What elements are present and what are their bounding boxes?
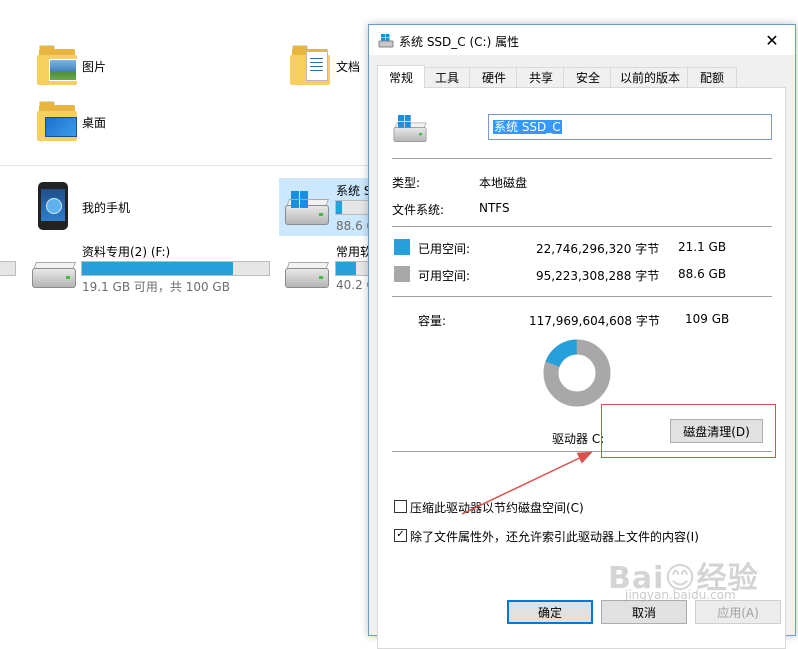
free-space-label: 可用空间: — [418, 269, 471, 283]
tab-sharing[interactable]: 共享 — [516, 67, 566, 87]
cancel-button[interactable]: 取消 — [601, 600, 687, 624]
folder-label-desktop[interactable]: 桌面 — [82, 114, 106, 131]
separator-capacity — [392, 296, 772, 297]
used-space-label: 已用空间: — [418, 242, 471, 256]
type-label: 类型: — [392, 176, 421, 190]
filesystem-value: NTFS — [479, 201, 510, 215]
free-space-bytes: 95,223,308,288 字节 — [536, 269, 660, 283]
drive-letter-label: 驱动器 C: — [552, 432, 605, 446]
used-space-bytes: 22,746,296,320 字节 — [536, 242, 660, 256]
folder-label-pictures[interactable]: 图片 — [82, 58, 106, 75]
drive-f-size-text: 19.1 GB 可用，共 100 GB — [82, 280, 230, 294]
free-space-swatch — [394, 266, 410, 282]
capacity-label: 容量: — [418, 314, 447, 328]
folder-label-documents[interactable]: 文档 — [336, 58, 360, 75]
drive-properties-dialog: 系统 SSD_C (C:) 属性 ✕ 常规 工具 硬件 共享 安全 以前的版本 … — [368, 24, 796, 649]
index-label[interactable]: 除了文件属性外，还允许索引此驱动器上文件的内容(I) — [410, 528, 699, 545]
separator-middle — [392, 226, 772, 227]
ok-button[interactable]: 确定 — [507, 600, 593, 624]
offscreen-drive-bar — [0, 261, 16, 276]
drive-name-value: 系统 SSD_C — [493, 120, 562, 134]
device-label-drive-e[interactable]: 常用软 — [336, 243, 372, 260]
used-space-swatch — [394, 239, 410, 255]
device-label-drive-c[interactable]: 系统 S — [336, 182, 371, 199]
desktop-folder-icon[interactable] — [37, 101, 77, 141]
tab-hardware[interactable]: 硬件 — [469, 67, 519, 87]
pictures-folder-icon[interactable] — [37, 45, 77, 85]
filesystem-label: 文件系统: — [392, 203, 445, 217]
dialog-titlebar[interactable]: 系统 SSD_C (C:) 属性 ✕ — [369, 25, 795, 55]
drive-c-usage-bar — [335, 200, 371, 215]
disk-usage-donut — [543, 339, 611, 407]
tab-quota[interactable]: 配额 — [687, 67, 737, 87]
dialog-title: 系统 SSD_C (C:) 属性 — [399, 35, 520, 49]
compress-label[interactable]: 压缩此驱动器以节约磁盘空间(C) — [410, 499, 584, 516]
close-icon: ✕ — [765, 30, 779, 50]
drive-large-icon — [392, 115, 428, 144]
drive-title-icon — [378, 34, 394, 48]
free-space-gb: 88.6 GB — [678, 267, 727, 281]
windows-drive-icon — [283, 191, 331, 227]
tab-general[interactable]: 常规 — [377, 65, 425, 88]
used-space-gb: 21.1 GB — [678, 240, 727, 254]
separator-top — [392, 158, 772, 159]
tab-previous-versions[interactable]: 以前的版本 — [610, 67, 690, 87]
drive-f-usage-bar — [81, 261, 270, 276]
drive-f-icon[interactable] — [30, 256, 78, 290]
capacity-bytes: 117,969,604,608 字节 — [529, 314, 660, 328]
drive-e-usage-bar — [335, 261, 371, 276]
type-value: 本地磁盘 — [479, 176, 528, 190]
tab-tools[interactable]: 工具 — [422, 67, 472, 87]
section-divider — [0, 165, 368, 166]
device-label-phone[interactable]: 我的手机 — [82, 199, 130, 216]
tab-security[interactable]: 安全 — [563, 67, 613, 87]
drive-name-input[interactable]: 系统 SSD_C — [488, 114, 772, 140]
baidu-watermark-url: jingyan.baidu.com — [625, 588, 736, 602]
drive-e-icon[interactable] — [283, 256, 331, 290]
index-checkbox[interactable]: ✓ — [394, 529, 407, 542]
capacity-gb: 109 GB — [685, 312, 730, 326]
phone-icon[interactable] — [38, 182, 68, 230]
device-label-drive-f[interactable]: 资料专用(2) (F:) — [82, 243, 170, 260]
annotation-highlight-box — [601, 404, 776, 458]
documents-folder-icon[interactable] — [290, 45, 330, 85]
compress-checkbox[interactable] — [394, 500, 407, 513]
apply-button[interactable]: 应用(A) — [695, 600, 781, 624]
close-button[interactable]: ✕ — [749, 25, 795, 55]
